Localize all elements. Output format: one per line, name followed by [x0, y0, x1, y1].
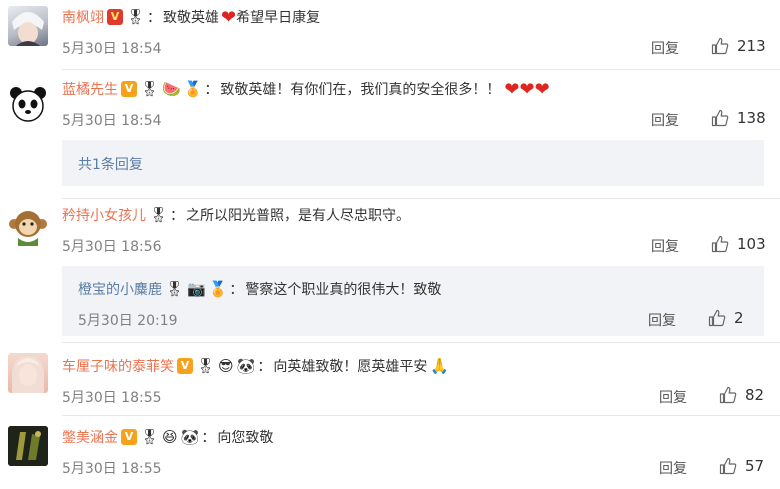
sunglasses-emoji-icon: 😎 [218, 357, 234, 375]
panda-emoji-icon: 🐼 [180, 428, 200, 446]
sub-replies-box: 共1条回复 [62, 140, 764, 186]
comment-item: 矜持小女孩儿 🎖 ： 之所以阳光普照，是有人尽忠职守。 5月30日 18:56 … [0, 200, 780, 343]
dark-avatar-icon [8, 426, 48, 466]
reply-button[interactable]: 回复 [648, 310, 676, 330]
medal-badge-icon: 🏅 [208, 280, 228, 298]
reply-button[interactable]: 回复 [651, 38, 679, 58]
vip-badge-icon: 🎖 [140, 80, 160, 98]
timestamp: 5月30日 18:55 [62, 461, 162, 477]
v-badge-icon: V [107, 9, 123, 25]
comment-line: 南枫翊 V 🎖 ： 致敬英雄 ❤ 希望早日康复 [62, 4, 320, 30]
thumbs-up-icon [719, 386, 737, 404]
username-link[interactable]: 南枫翊 [62, 7, 104, 27]
like-count: 57 [745, 457, 765, 475]
v-badge-icon: V [177, 358, 193, 374]
heart-icon: ❤ [221, 6, 237, 28]
thumbs-up-icon [708, 309, 726, 327]
username-link[interactable]: 橙宝的小麋鹿 [78, 279, 162, 299]
avatar[interactable] [8, 206, 48, 246]
thumbs-up-icon [711, 37, 729, 55]
username-link[interactable]: 蓝橘先生 [62, 79, 118, 99]
colon: ： [229, 282, 244, 298]
v-badge-icon: V [121, 81, 137, 97]
timestamp: 5月30日 20:19 [78, 313, 178, 329]
grin-emoji-icon: 😆 [162, 428, 178, 446]
monkey-avatar-icon [9, 211, 47, 246]
portrait-avatar-icon [12, 355, 44, 393]
nested-reply: 橙宝的小麋鹿 🎖 📷 🏅 ： 警察这个职业真的很伟大！致敬 5月30日 20:1… [62, 266, 764, 336]
like-count: 213 [737, 37, 766, 55]
like-count: 2 [734, 309, 744, 327]
medal-badge-icon: 🏅 [183, 80, 203, 98]
comment-item: 鐅美涵金 V 🎖 😆 🐼 ： 向您致敬 5月30日 18:55 回复 57 [0, 416, 780, 489]
camera-badge-icon: 📷 [187, 280, 206, 298]
reply-line: 橙宝的小麋鹿 🎖 📷 🏅 ： 警察这个职业真的很伟大！致敬 [78, 276, 441, 302]
thumbs-up-icon [711, 235, 729, 253]
view-replies-link[interactable]: 共1条回复 [78, 154, 143, 174]
colon: ： [170, 208, 185, 224]
watermelon-icon: 🍉 [162, 80, 181, 98]
like-button[interactable]: 57 [719, 457, 764, 475]
username-link[interactable]: 车厘子味的泰菲笑 [62, 356, 174, 376]
vip-badge-icon: 🎖 [140, 428, 160, 446]
comment-line: 蓝橘先生 V 🎖 🍉 🏅 ： 致敬英雄！有你们在，我们真的安全很多！！ ❤❤❤ [62, 76, 550, 102]
timestamp: 5月30日 18:55 [62, 390, 162, 406]
avatar[interactable] [8, 426, 48, 466]
avatar[interactable] [8, 353, 48, 393]
heart-icon: ❤❤❤ [504, 78, 550, 100]
comment-item: 南枫翊 V 🎖 ： 致敬英雄 ❤ 希望早日康复 5月30日 18:54 回复 2… [0, 0, 780, 72]
panda-avatar-icon [10, 87, 46, 122]
timestamp: 5月30日 18:54 [62, 41, 162, 57]
reply-button[interactable]: 回复 [659, 387, 687, 407]
avatar[interactable] [8, 6, 48, 46]
like-button[interactable]: 2 [708, 309, 744, 327]
v-badge-icon: V [121, 429, 137, 445]
panda-emoji-icon: 🐼 [236, 357, 256, 375]
like-button[interactable]: 213 [711, 37, 766, 55]
like-count: 138 [737, 109, 766, 127]
reply-button[interactable]: 回复 [651, 110, 679, 130]
comment-item: 车厘子味的泰菲笑 V 🎖 😎 🐼 ： 向英雄致敬！愿英雄平安 🙏 5月30日 1… [0, 343, 780, 416]
thumbs-up-icon [711, 109, 729, 127]
comment-text: 向英雄致敬！愿英雄平安 [273, 359, 428, 375]
username-link[interactable]: 鐅美涵金 [62, 427, 118, 447]
vip-badge-icon: 🎖 [165, 280, 185, 298]
pray-emoji-icon: 🙏 [430, 357, 450, 375]
comment-text: 致敬英雄！有你们在，我们真的安全很多！！ [220, 82, 501, 98]
reply-button[interactable]: 回复 [659, 458, 687, 478]
colon: ： [257, 359, 272, 375]
thumbs-up-icon [719, 457, 737, 475]
vip-badge-icon: 🎖 [149, 206, 169, 224]
colon: ： [204, 82, 219, 98]
colon: ： [147, 10, 162, 26]
comment-text: 向您致敬 [217, 430, 274, 446]
avatar[interactable] [8, 84, 48, 124]
comment-text-continued: 希望早日康复 [236, 10, 321, 26]
like-button[interactable]: 82 [719, 386, 764, 404]
like-count: 103 [737, 235, 766, 253]
like-button[interactable]: 138 [711, 109, 766, 127]
divider [62, 198, 780, 199]
like-button[interactable]: 103 [711, 235, 766, 253]
vip-badge-icon: 🎖 [126, 8, 146, 26]
comment-text: 之所以阳光普照，是有人尽忠职守。 [186, 208, 411, 224]
reply-text: 警察这个职业真的很伟大！致敬 [245, 282, 442, 298]
comment-line: 车厘子味的泰菲笑 V 🎖 😎 🐼 ： 向英雄致敬！愿英雄平安 🙏 [62, 353, 449, 379]
timestamp: 5月30日 18:54 [62, 113, 162, 129]
username-link[interactable]: 矜持小女孩儿 [62, 205, 146, 225]
vip-badge-icon: 🎖 [196, 357, 216, 375]
anime-avatar-icon [12, 12, 44, 46]
comment-line: 鐅美涵金 V 🎖 😆 🐼 ： 向您致敬 [62, 424, 273, 450]
comment-line: 矜持小女孩儿 🎖 ： 之所以阳光普照，是有人尽忠职守。 [62, 202, 410, 228]
like-count: 82 [745, 386, 765, 404]
colon: ： [201, 430, 216, 446]
comment-text: 致敬英雄 [163, 10, 220, 26]
reply-button[interactable]: 回复 [651, 236, 679, 256]
comment-item: 蓝橘先生 V 🎖 🍉 🏅 ： 致敬英雄！有你们在，我们真的安全很多！！ ❤❤❤ … [0, 70, 780, 200]
timestamp: 5月30日 18:56 [62, 239, 162, 255]
